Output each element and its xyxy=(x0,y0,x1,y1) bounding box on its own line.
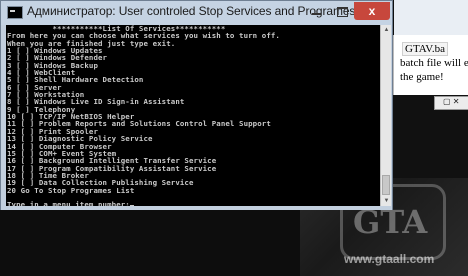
scroll-thumb[interactable] xyxy=(382,175,390,195)
background-text-line: batch file will end u xyxy=(400,57,468,69)
console-line: 5 [ ] Shell Hardware Detection xyxy=(7,75,144,85)
site-watermark: www.gtaall.com xyxy=(344,252,435,266)
background-window-toolbar xyxy=(394,0,468,36)
background-text-line: the game! xyxy=(400,71,444,83)
maximize-button[interactable] xyxy=(330,2,354,20)
console-line: 20 Go To Stop Programes List xyxy=(7,185,135,195)
background-file-label: GTAV.ba xyxy=(402,42,448,56)
background-close-button[interactable]: ▢ ✕ xyxy=(434,96,468,110)
vertical-scrollbar[interactable]: ▲ ▼ xyxy=(380,25,391,206)
close-button[interactable]: x xyxy=(354,2,390,20)
scroll-down-arrow-icon[interactable]: ▼ xyxy=(382,196,391,206)
background-document: GTAV.ba batch file will end u the game! xyxy=(393,35,468,95)
window-title: Администратор: User controled Stop Servi… xyxy=(27,4,389,18)
console-app-icon[interactable] xyxy=(7,6,23,19)
console-output[interactable]: ***********List Of Services*********** Fr… xyxy=(6,25,380,206)
console-window: Администратор: User controled Stop Servi… xyxy=(0,0,393,210)
console-text: ***********List Of Services*********** Fr… xyxy=(6,25,380,206)
minimize-button[interactable] xyxy=(304,2,330,20)
scroll-up-arrow-icon[interactable]: ▲ xyxy=(382,25,391,35)
window-bottom-border xyxy=(1,206,392,210)
title-bar[interactable]: Администратор: User controled Stop Servi… xyxy=(1,1,392,25)
